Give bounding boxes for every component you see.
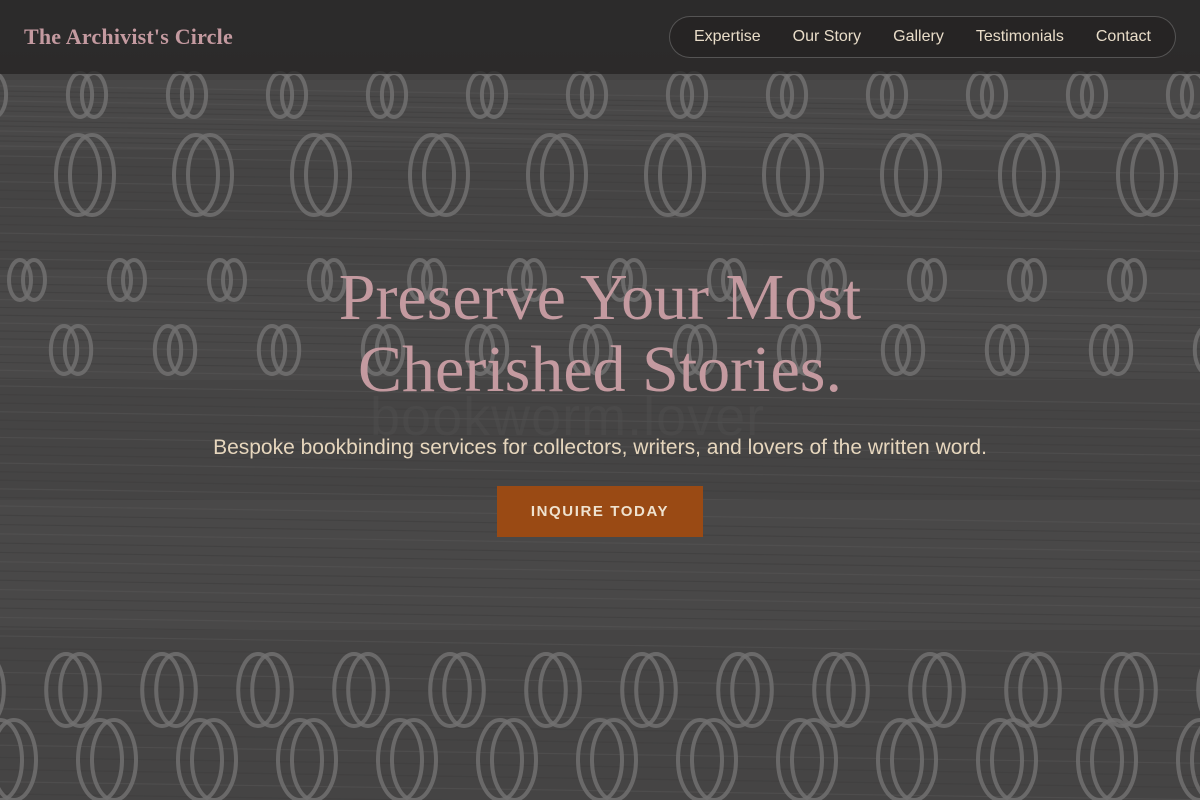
- brand-logo-text[interactable]: The Archivist's Circle: [24, 24, 233, 50]
- nav-link-testimonials[interactable]: Testimonials: [960, 16, 1080, 58]
- hero-section: Preserve Your Most Cherished Stories. Be…: [0, 262, 1200, 537]
- hero-subtitle: Bespoke bookbinding services for collect…: [213, 436, 987, 459]
- main-nav: Expertise Our Story Gallery Testimonials…: [668, 16, 1176, 58]
- nav-link-our-story[interactable]: Our Story: [777, 16, 877, 58]
- nav-link-contact[interactable]: Contact: [1080, 16, 1167, 58]
- nav-link-expertise[interactable]: Expertise: [678, 16, 777, 58]
- site-header: The Archivist's Circle Expertise Our Sto…: [0, 0, 1200, 74]
- hero-title: Preserve Your Most Cherished Stories.: [338, 261, 862, 406]
- nav-link-gallery[interactable]: Gallery: [877, 16, 960, 58]
- inquire-today-button[interactable]: INQUIRE TODAY: [497, 486, 703, 537]
